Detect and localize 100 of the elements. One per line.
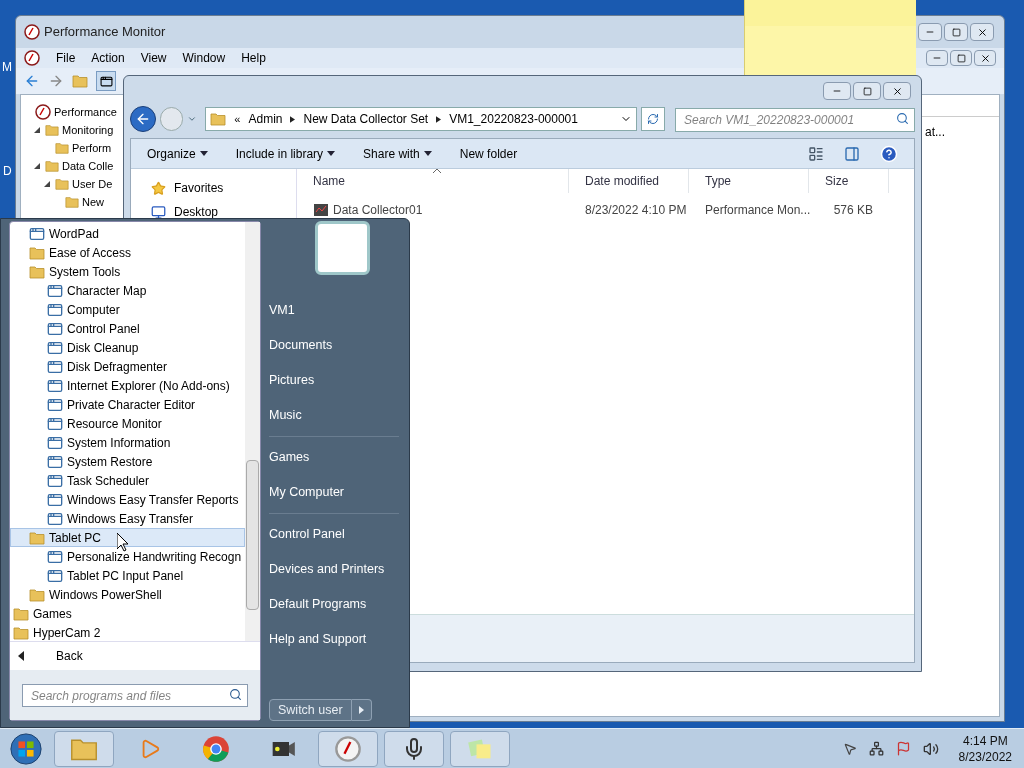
network-icon[interactable] bbox=[868, 741, 884, 756]
program-item[interactable]: WordPad bbox=[10, 224, 245, 243]
preview-pane-icon[interactable] bbox=[844, 145, 860, 162]
program-item[interactable]: Control Panel bbox=[10, 319, 245, 338]
minimize-button[interactable] bbox=[823, 82, 851, 100]
program-item[interactable]: Task Scheduler bbox=[10, 471, 245, 490]
address-bar[interactable]: « Admin New Data Collector Set VM1_20220823-000001 bbox=[205, 107, 638, 131]
nav-item[interactable]: Favorites bbox=[174, 179, 224, 197]
program-item[interactable]: System Restore bbox=[10, 452, 245, 471]
toolbar-button[interactable]: Include in library bbox=[235, 144, 336, 163]
start-menu-link[interactable]: VM1 bbox=[269, 293, 399, 328]
expand-arrow-icon[interactable] bbox=[33, 162, 41, 170]
speaker-icon[interactable] bbox=[922, 740, 939, 757]
search-field[interactable]: Search VM1_20220823-000001 bbox=[675, 107, 915, 132]
view-options-icon[interactable] bbox=[808, 145, 824, 162]
file-type: Performance Mon... bbox=[704, 202, 809, 219]
program-item[interactable]: HyperCam 2 bbox=[10, 623, 245, 641]
tree-item[interactable]: Monitoring bbox=[62, 121, 114, 139]
column-header[interactable]: Name bbox=[297, 169, 569, 193]
start-menu-link[interactable]: My Computer bbox=[269, 475, 399, 510]
program-item[interactable]: Windows PowerShell bbox=[10, 585, 245, 604]
start-menu-link[interactable]: Games bbox=[269, 440, 399, 475]
back-button[interactable]: Back bbox=[10, 642, 260, 670]
history-dropdown-icon[interactable] bbox=[187, 114, 198, 124]
column-header[interactable]: Type bbox=[689, 169, 809, 193]
menu-item[interactable]: File bbox=[56, 49, 76, 67]
breadcrumb-item[interactable]: VM1_20220823-000001 bbox=[449, 110, 578, 128]
start-menu-link[interactable]: Help and Support bbox=[269, 622, 399, 657]
breadcrumb-item[interactable]: Admin bbox=[248, 110, 283, 128]
more-options-button[interactable] bbox=[351, 699, 372, 721]
clock[interactable]: 4:14 PM 8/23/2022 bbox=[958, 732, 1012, 765]
desktop-icon-label[interactable]: D bbox=[3, 162, 12, 180]
folder-icon bbox=[210, 111, 227, 127]
program-item[interactable]: System Tools bbox=[10, 262, 245, 281]
menu-item[interactable]: Window bbox=[182, 49, 226, 67]
refresh-button[interactable] bbox=[641, 107, 665, 131]
separator-arrow-icon bbox=[436, 115, 442, 123]
menu-item[interactable]: Help bbox=[241, 49, 266, 67]
minimize-button[interactable] bbox=[926, 50, 948, 66]
program-item[interactable]: Windows Easy Transfer Reports bbox=[10, 490, 245, 509]
overflow-chevron[interactable]: « bbox=[234, 110, 241, 128]
program-item[interactable]: Disk Cleanup bbox=[10, 338, 245, 357]
file-name[interactable]: Data Collector01 bbox=[333, 201, 423, 219]
forward-icon[interactable] bbox=[48, 73, 64, 89]
program-item[interactable]: Resource Monitor bbox=[10, 414, 245, 433]
close-button[interactable] bbox=[974, 50, 996, 66]
program-item[interactable]: Computer bbox=[10, 300, 245, 319]
column-header[interactable]: Size bbox=[809, 169, 889, 193]
column-header[interactable]: Date modified bbox=[569, 169, 689, 193]
toolbar-button[interactable]: Share with bbox=[363, 144, 432, 163]
program-item[interactable]: Internet Explorer (No Add-ons) bbox=[10, 376, 245, 395]
program-item[interactable]: Personalize Handwriting Recogn bbox=[10, 547, 245, 566]
start-menu-link[interactable]: Devices and Printers bbox=[269, 552, 399, 587]
menu-item[interactable]: View bbox=[140, 49, 167, 67]
back-button[interactable] bbox=[130, 106, 156, 132]
program-item[interactable]: System Information bbox=[10, 433, 245, 452]
show-tree-button[interactable] bbox=[96, 71, 116, 91]
search-field[interactable]: Search programs and files bbox=[22, 684, 248, 708]
desktop-icon-label[interactable]: M bbox=[2, 58, 12, 76]
help-icon[interactable] bbox=[880, 144, 898, 163]
tree-item[interactable]: Performance bbox=[54, 103, 117, 121]
program-item[interactable]: Tablet PC Input Panel bbox=[10, 566, 245, 585]
program-item[interactable]: Character Map bbox=[10, 281, 245, 300]
program-item[interactable]: Private Character Editor bbox=[10, 395, 245, 414]
program-icon bbox=[47, 320, 63, 337]
tree-item[interactable]: User De bbox=[72, 175, 113, 193]
folder-icon bbox=[13, 624, 29, 641]
minimize-button[interactable] bbox=[918, 23, 942, 41]
switch-user-button[interactable]: Switch user bbox=[269, 699, 352, 721]
tree-item[interactable]: Data Colle bbox=[62, 157, 114, 175]
back-icon[interactable] bbox=[24, 73, 40, 89]
expand-arrow-icon[interactable] bbox=[43, 180, 51, 188]
tree-item[interactable]: New bbox=[82, 193, 104, 211]
monitor-icon bbox=[151, 204, 166, 220]
menu-item[interactable]: Action bbox=[91, 49, 125, 67]
scrollbar-thumb[interactable] bbox=[246, 460, 259, 610]
program-item[interactable]: Windows Easy Transfer bbox=[10, 509, 245, 528]
flag-icon[interactable] bbox=[895, 741, 911, 756]
tree-item[interactable]: Perform bbox=[72, 139, 112, 157]
separator-arrow-icon bbox=[290, 115, 296, 123]
maximize-button[interactable] bbox=[853, 82, 881, 100]
nav-item[interactable]: Desktop bbox=[174, 203, 219, 221]
maximize-button[interactable] bbox=[944, 23, 968, 41]
taskbar-button[interactable] bbox=[384, 730, 444, 767]
scrollbar[interactable] bbox=[245, 222, 260, 641]
pointer-icon[interactable] bbox=[842, 741, 857, 756]
program-icon bbox=[47, 396, 63, 413]
breadcrumb-item[interactable]: New Data Collector Set bbox=[303, 110, 429, 128]
start-menu-link[interactable]: Music bbox=[269, 398, 399, 433]
start-menu-link[interactable]: Documents bbox=[269, 328, 399, 363]
program-item[interactable]: Tablet PC bbox=[10, 528, 245, 547]
start-menu-link[interactable]: Control Panel bbox=[269, 517, 399, 552]
program-item[interactable]: Disk Defragmenter bbox=[10, 357, 245, 376]
toolbar-button[interactable]: Organize bbox=[147, 144, 208, 163]
start-menu-link[interactable]: Default Programs bbox=[269, 587, 399, 622]
toolbar-button[interactable]: New folder bbox=[459, 144, 518, 163]
program-item[interactable]: Games bbox=[10, 604, 245, 623]
program-item[interactable]: Ease of Access bbox=[10, 243, 245, 262]
expand-arrow-icon[interactable] bbox=[33, 126, 41, 134]
start-menu-link[interactable]: Pictures bbox=[269, 363, 399, 398]
